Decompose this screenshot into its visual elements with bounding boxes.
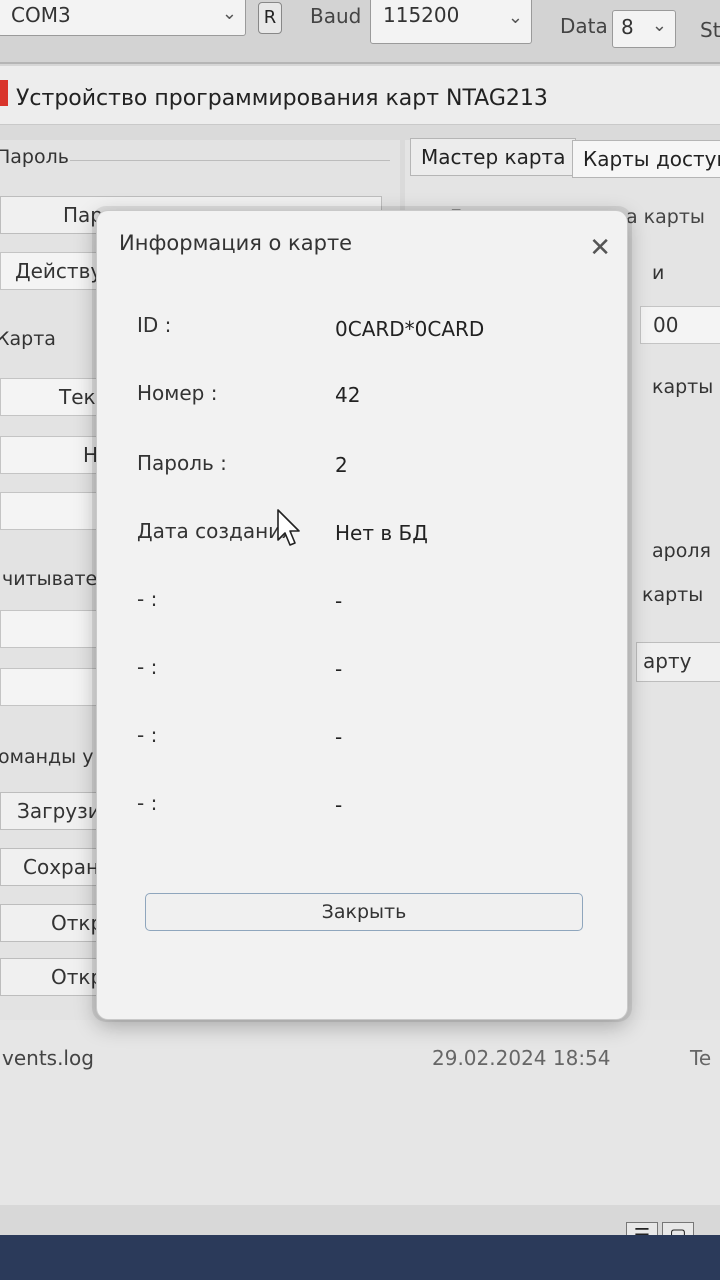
card-info-dialog: Информация о карте ✕ ID : 0CARD*0CARD Но… bbox=[96, 210, 628, 1020]
id-label: ID : bbox=[137, 313, 172, 337]
password-label: ароля bbox=[652, 540, 711, 562]
empty-label-3: - : bbox=[137, 723, 158, 747]
empty-value-4: - bbox=[335, 793, 343, 817]
password-value: 2 bbox=[335, 453, 348, 477]
card-action-button-label: арту bbox=[643, 649, 692, 673]
generation-suffix: и bbox=[652, 262, 665, 284]
baud-select[interactable]: 115200 ⌄ bbox=[370, 0, 532, 44]
empty-value-1: - bbox=[335, 589, 343, 613]
file-type: Te bbox=[690, 1046, 712, 1070]
taskbar bbox=[0, 1235, 720, 1280]
load-button-label: Загрузи bbox=[17, 799, 101, 823]
save-button-label: Сохран bbox=[23, 855, 100, 879]
dialog-title: Информация о карте bbox=[119, 231, 353, 255]
empty-value-3: - bbox=[335, 725, 343, 749]
stop-bits-label: St bbox=[700, 18, 720, 42]
empty-label-2: - : bbox=[137, 655, 158, 679]
card-group-label: Карта bbox=[0, 328, 56, 350]
window-title: Устройство программирования карт NTAG213 bbox=[16, 86, 548, 111]
chevron-down-icon: ⌄ bbox=[651, 15, 667, 36]
empty-label-4: - : bbox=[137, 791, 158, 815]
data-bits-select[interactable]: 8 ⌄ bbox=[612, 10, 676, 48]
mouse-cursor-icon bbox=[277, 509, 300, 546]
creation-date-value: Нет в БД bbox=[335, 521, 428, 545]
number-label: Номер : bbox=[137, 381, 218, 405]
creation-date-label: Дата создания bbox=[137, 519, 294, 543]
empty-label-1: - : bbox=[137, 587, 158, 611]
card-action-button[interactable]: арту bbox=[636, 642, 720, 682]
refresh-button[interactable]: R bbox=[258, 2, 282, 34]
commands-group-label: оманды у bbox=[0, 746, 94, 768]
app-icon bbox=[0, 80, 8, 106]
tab-access-cards[interactable]: Карты доступ bbox=[572, 140, 720, 178]
number-value-dialog: 42 bbox=[335, 383, 361, 407]
password-group-label: Пароль bbox=[0, 146, 69, 168]
file-date: 29.02.2024 18:54 bbox=[432, 1046, 611, 1070]
port-select[interactable]: COM3 ⌄ bbox=[0, 0, 246, 36]
group-divider bbox=[70, 160, 390, 161]
id-value: 0CARD*0CARD bbox=[335, 317, 485, 341]
number-value: 00 bbox=[653, 313, 679, 337]
cards-label: карты bbox=[642, 584, 704, 606]
reader-group-label: читывате bbox=[2, 568, 98, 590]
password-label-dialog: Пароль : bbox=[137, 451, 227, 475]
file-list bbox=[0, 1020, 720, 1205]
card-label: карты bbox=[652, 376, 714, 398]
close-icon[interactable]: ✕ bbox=[589, 235, 611, 261]
chevron-down-icon: ⌄ bbox=[221, 3, 237, 24]
status-strip bbox=[0, 1205, 720, 1237]
data-label: Data bbox=[560, 14, 608, 38]
close-button[interactable]: Закрыть bbox=[145, 893, 583, 931]
baud-label: Baud bbox=[310, 4, 362, 28]
empty-value-2: - bbox=[335, 657, 343, 681]
file-name[interactable]: vents.log bbox=[2, 1046, 94, 1070]
chevron-down-icon: ⌄ bbox=[507, 7, 523, 28]
port-value: COM3 bbox=[11, 3, 71, 27]
action-field-text: Действу bbox=[15, 259, 103, 283]
toolbar-divider bbox=[0, 62, 720, 64]
tab-master-card[interactable]: Мастер карта bbox=[410, 138, 577, 176]
data-bits-value: 8 bbox=[621, 15, 634, 39]
baud-value: 115200 bbox=[383, 3, 460, 27]
number-field[interactable]: 00 bbox=[640, 306, 720, 344]
